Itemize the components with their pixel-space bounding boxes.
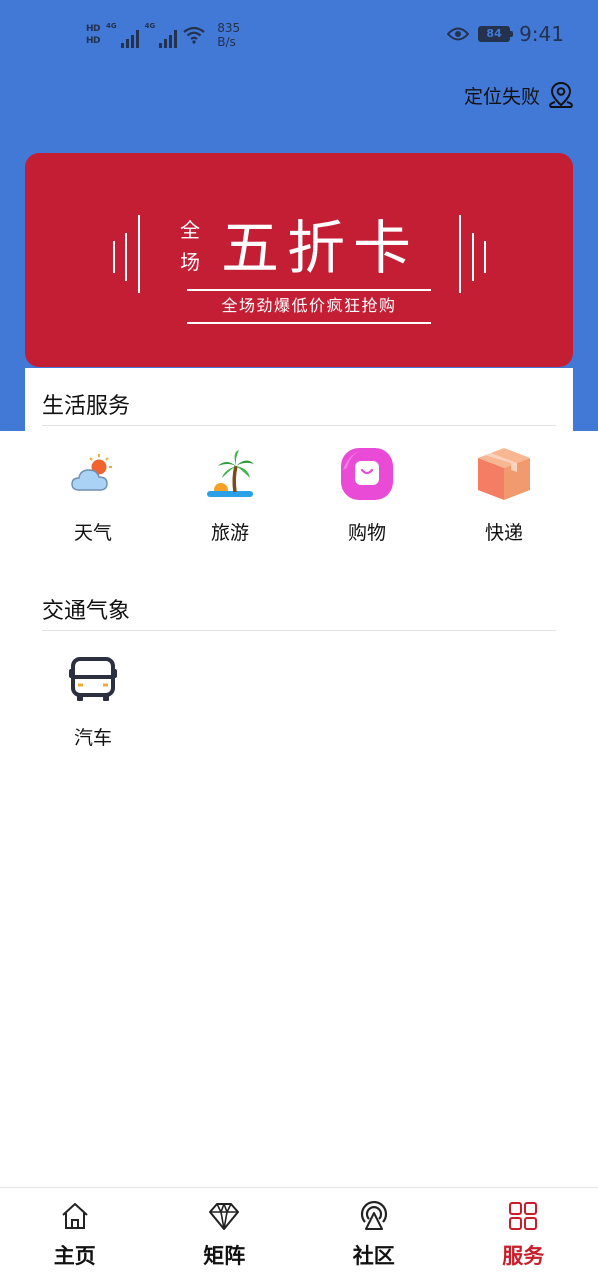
banner-small-text-1: 全 <box>180 218 200 242</box>
status-right: 84 9:41 <box>447 22 564 46</box>
service-label: 快递 <box>484 522 523 544</box>
status-bar: HD HD 4G 4G 835 B/s 84 9:41 <box>0 0 598 70</box>
nav-label: 矩阵 <box>203 1244 246 1268</box>
location-pin-icon <box>549 81 573 108</box>
service-shopping[interactable]: 购物 <box>307 442 427 545</box>
weather-icon <box>61 442 125 506</box>
signal-bars-icon <box>159 30 178 48</box>
banner-decor-line <box>484 241 486 273</box>
signal-1: 4G <box>106 22 139 48</box>
service-weather[interactable]: 天气 <box>33 442 153 545</box>
section-divider <box>42 425 556 426</box>
section-title-life: 生活服务 <box>42 394 131 419</box>
nav-home[interactable]: 主页 <box>0 1188 150 1279</box>
travel-palm-icon <box>198 442 262 506</box>
service-label: 天气 <box>73 522 112 544</box>
service-label: 旅游 <box>210 522 249 544</box>
banner-decor-line <box>125 233 127 281</box>
network-speed: 835 B/s <box>217 21 240 49</box>
banner-title: 五折卡 <box>221 214 420 282</box>
hd-badge-1: HD <box>86 24 101 34</box>
broadcast-icon <box>360 1200 387 1230</box>
grid-icon <box>509 1202 538 1230</box>
promo-banner[interactable]: 全 场 五折卡 全场劲爆低价疯狂抢购 <box>25 153 573 367</box>
network-type-2: 4G <box>144 22 156 30</box>
nav-label: 主页 <box>53 1244 96 1268</box>
nav-community[interactable]: 社区 <box>299 1188 449 1279</box>
shopping-bag-icon <box>335 442 399 506</box>
speed-value: 835 <box>217 21 241 35</box>
banner-decor-line <box>459 215 461 293</box>
hd-indicators: HD HD <box>86 24 101 46</box>
nav-label: 服务 <box>502 1244 545 1268</box>
location-label: 定位失败 <box>463 85 540 108</box>
service-label: 汽车 <box>73 727 112 749</box>
service-express[interactable]: 快递 <box>444 442 564 545</box>
signal-2: 4G <box>145 22 178 48</box>
bus-icon <box>61 647 125 711</box>
section-title-traffic: 交通气象 <box>42 599 131 624</box>
service-bus[interactable]: 汽车 <box>33 647 153 750</box>
eye-icon <box>447 27 470 41</box>
bottom-navigation: 主页 矩阵 社区 服务 <box>0 1187 598 1279</box>
speed-unit: B/s <box>217 35 236 49</box>
battery-indicator: 84 <box>478 26 514 42</box>
banner-decor-line <box>472 233 474 281</box>
banner-decor-line <box>113 241 115 273</box>
signal-bars-icon <box>120 30 139 48</box>
status-left: HD HD 4G 4G 835 B/s <box>86 16 240 54</box>
section-divider <box>42 630 556 631</box>
home-icon <box>62 1203 88 1229</box>
wifi-icon <box>183 26 205 44</box>
nav-matrix[interactable]: 矩阵 <box>150 1188 300 1279</box>
nav-label: 社区 <box>352 1244 395 1268</box>
hd-badge-2: HD <box>86 36 101 46</box>
banner-small-text-2: 场 <box>180 250 200 274</box>
nav-services[interactable]: 服务 <box>449 1188 598 1279</box>
banner-decor-line <box>138 215 140 293</box>
network-type-1: 4G <box>106 22 117 30</box>
clock: 9:41 <box>519 22 564 46</box>
package-box-icon <box>472 442 536 506</box>
service-label: 购物 <box>347 522 386 544</box>
location-button[interactable]: 定位失败 <box>464 80 576 110</box>
diamond-icon <box>209 1203 240 1230</box>
service-travel[interactable]: 旅游 <box>170 442 290 545</box>
banner-subtitle: 全场劲爆低价疯狂抢购 <box>187 289 431 324</box>
